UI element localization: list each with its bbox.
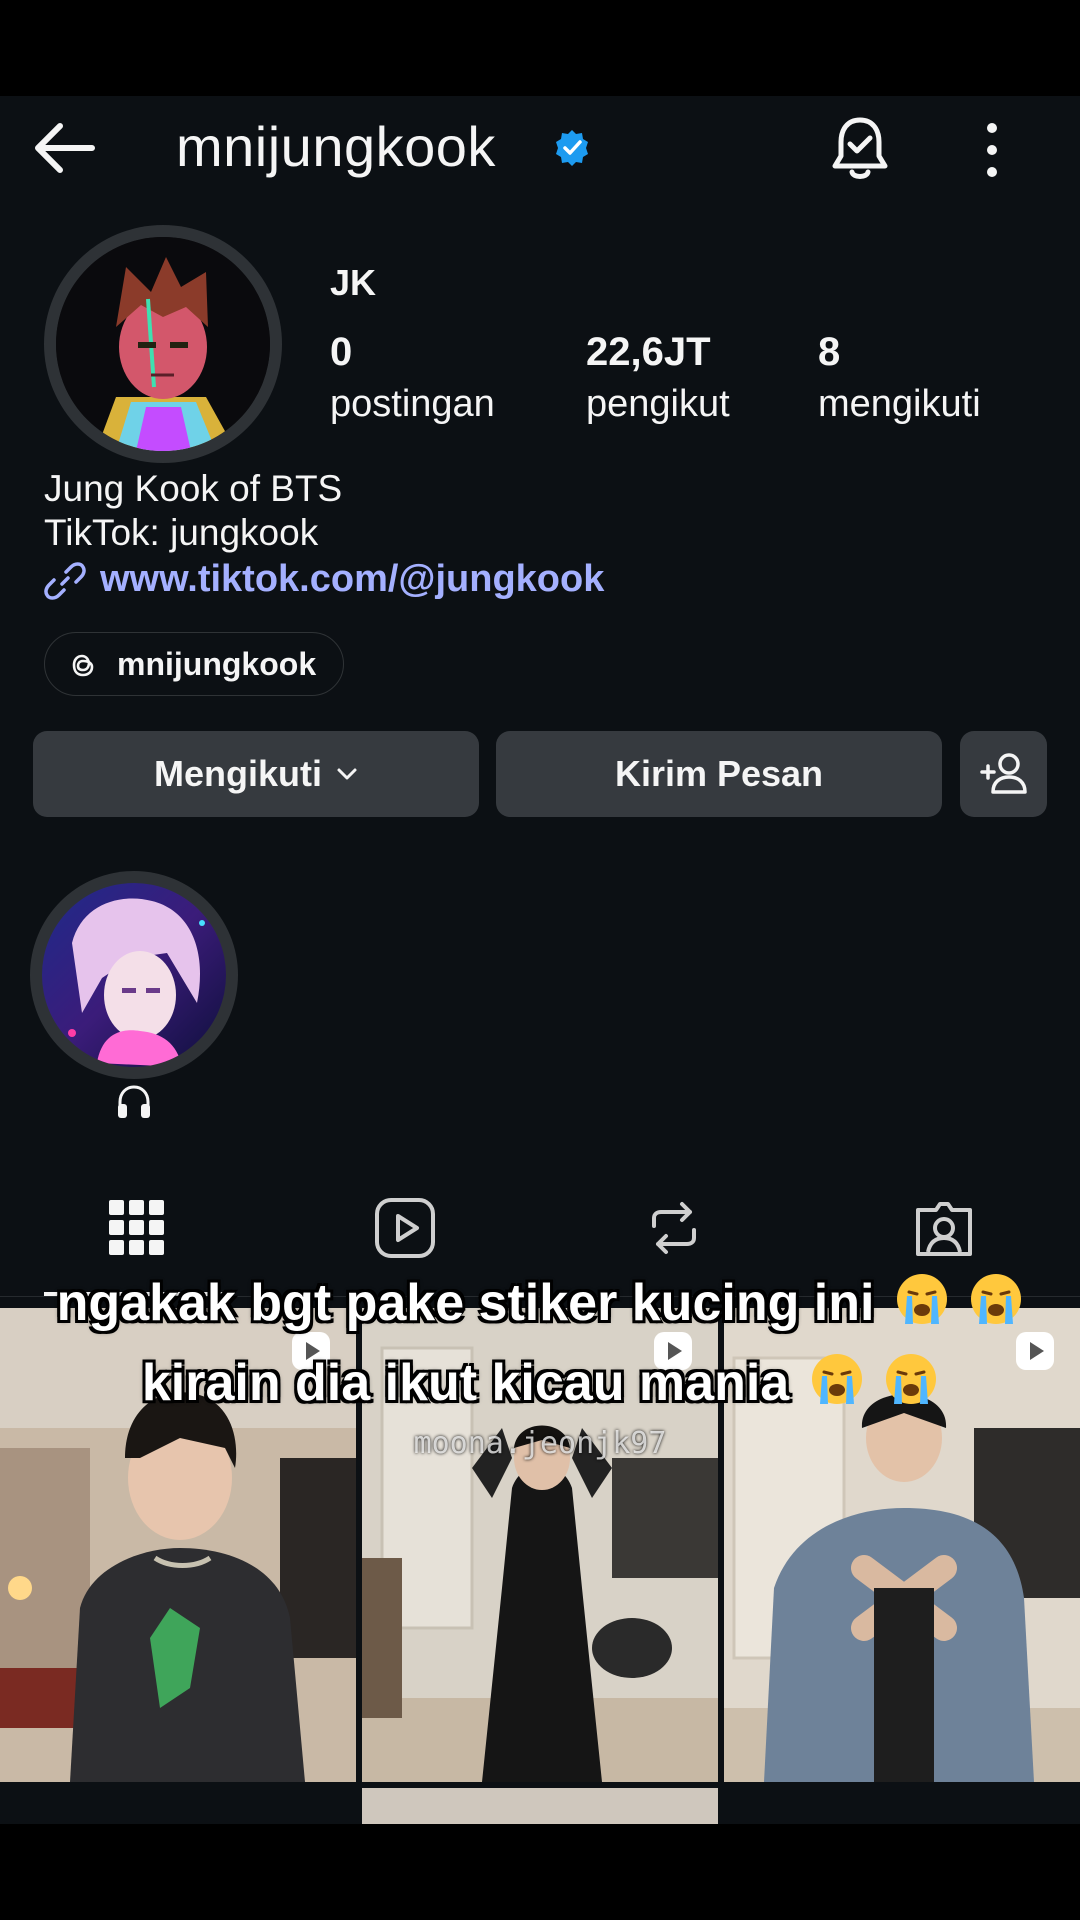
following-button-label: Mengikuti (154, 753, 322, 794)
crying-face-icon (886, 1354, 937, 1404)
threads-handle: mnijungkook (117, 646, 317, 682)
message-button[interactable]: Kirim Pesan (496, 731, 942, 817)
stat-posts[interactable]: 0 postingan (330, 330, 495, 426)
profile-tabs (0, 1196, 1080, 1268)
video-watermark: moona.jeonjk97 (413, 1426, 667, 1461)
top-bar: mnijungkook (0, 96, 1080, 201)
link-icon (44, 562, 86, 600)
reels-icon[interactable] (373, 1196, 437, 1260)
stat-followers-value: 22,6JT (586, 330, 711, 374)
grid-tile[interactable] (362, 1788, 718, 1824)
story-highlight[interactable] (42, 883, 226, 1067)
threads-icon (72, 654, 94, 677)
profile-screen: mnijungkook JK 0 postingan 22,6JT pengik… (0, 96, 1080, 1824)
crying-face-icon (971, 1274, 1022, 1324)
repost-icon[interactable] (642, 1196, 706, 1260)
stat-followers-label: pengikut (586, 383, 730, 425)
profile-username: mnijungkook (176, 115, 496, 178)
caption-line-1: ngakak bgt pake stiker kucing ini (0, 1272, 1080, 1333)
display-name: JK (330, 262, 377, 303)
crying-face-icon (896, 1274, 947, 1324)
caption-line-1-text: ngakak bgt pake stiker kucing ini (56, 1274, 875, 1332)
threads-badge[interactable]: mnijungkook (44, 632, 344, 696)
profile-avatar[interactable] (56, 237, 270, 451)
bio-line-2: TikTok: jungkook (44, 512, 319, 553)
back-arrow-icon[interactable] (30, 118, 100, 178)
caption-line-2-text: kirain dia ikut kicau mania (141, 1354, 790, 1412)
stat-following[interactable]: 8 mengikuti (818, 330, 981, 426)
grid-icon[interactable] (105, 1196, 169, 1260)
stat-following-label: mengikuti (818, 383, 981, 425)
notification-bell-icon[interactable] (828, 114, 892, 184)
stat-posts-value: 0 (330, 330, 353, 374)
bio-line-1: Jung Kook of BTS (44, 468, 343, 509)
headphones-icon (118, 1085, 150, 1118)
stat-followers[interactable]: 22,6JT pengikut (586, 330, 730, 426)
suggest-user-button[interactable] (960, 731, 1047, 817)
more-options-icon[interactable] (975, 120, 1009, 180)
message-button-label: Kirim Pesan (614, 753, 824, 794)
stat-posts-label: postingan (330, 383, 495, 425)
chevron-down-icon (337, 768, 357, 780)
stat-following-value: 8 (818, 330, 841, 374)
tagged-icon[interactable] (912, 1196, 976, 1260)
caption-line-2: kirain dia ikut kicau mania (0, 1352, 1080, 1413)
following-button[interactable]: Mengikuti (33, 731, 479, 817)
verified-badge-icon (556, 130, 588, 166)
crying-face-icon (811, 1354, 862, 1404)
bio-link-text[interactable]: www.tiktok.com/@jungkook (100, 558, 604, 601)
add-person-icon (979, 753, 1027, 794)
